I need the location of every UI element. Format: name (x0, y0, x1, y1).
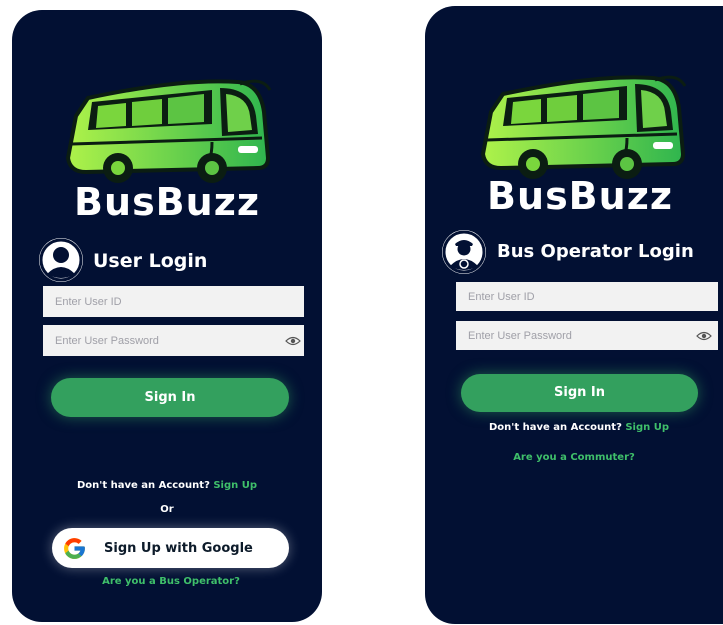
page-title: User Login (93, 250, 208, 272)
commuter-link[interactable]: Are you a Commuter? (425, 452, 723, 463)
signup-prompt: Don't have an Account? Sign Up (425, 422, 723, 433)
user-avatar-icon (39, 238, 83, 282)
user-password-input[interactable] (43, 325, 304, 356)
bus-driver-avatar-icon (442, 230, 486, 274)
brand-title: BusBuzz (487, 174, 673, 218)
brand-title: BusBuzz (74, 180, 260, 224)
sign-up-link[interactable]: Sign Up (625, 422, 669, 433)
bus-logo-icon (480, 75, 687, 179)
no-account-text: Don't have an Account? (76, 480, 210, 491)
google-signup-label: Sign Up with Google (104, 541, 253, 556)
sign-up-link[interactable]: Sign Up (213, 480, 257, 491)
sign-in-button[interactable]: Sign In (51, 378, 289, 417)
user-id-input[interactable] (456, 282, 718, 311)
google-signup-button[interactable]: Sign Up with Google (52, 528, 289, 568)
page-title: Bus Operator Login (497, 241, 694, 262)
eye-icon[interactable] (285, 335, 301, 347)
operator-login-screen: BusBuzz Bus Operator Login Sign In Don't… (425, 6, 723, 624)
sign-in-button[interactable]: Sign In (461, 374, 698, 412)
google-g-icon (64, 538, 85, 559)
no-account-text: Don't have an Account? (488, 422, 622, 433)
bus-operator-link[interactable]: Are you a Bus Operator? (12, 576, 322, 587)
bus-logo-icon (65, 79, 272, 183)
eye-icon[interactable] (696, 330, 712, 342)
user-login-screen: BusBuzz User Login Sign In Don't have an… (12, 10, 322, 622)
signup-prompt: Don't have an Account? Sign Up (12, 480, 322, 491)
user-id-input[interactable] (43, 286, 304, 317)
user-password-input[interactable] (456, 321, 718, 350)
or-divider: Or (160, 504, 174, 515)
